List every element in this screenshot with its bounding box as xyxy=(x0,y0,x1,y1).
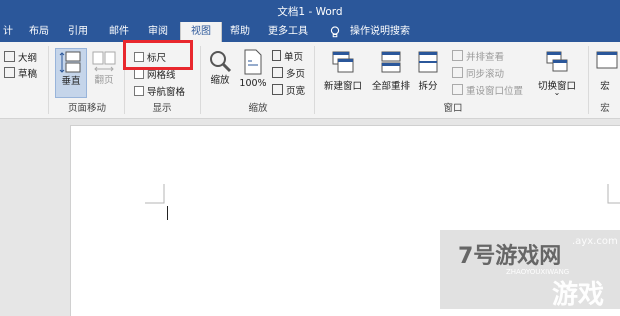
watermark-site: .ayx.com xyxy=(572,236,618,247)
tab-layout[interactable]: 布局 xyxy=(24,22,54,42)
vertical-pages-icon xyxy=(59,51,81,73)
split-icon xyxy=(418,51,438,73)
switch-window-icon xyxy=(546,51,568,72)
tab-more-tools[interactable]: 更多工具 xyxy=(263,22,313,42)
tab-design-partial[interactable]: 计 xyxy=(0,22,16,42)
reset-window-position-button[interactable]: 重设窗口位置 xyxy=(452,83,523,97)
side-by-side-icon xyxy=(452,50,463,61)
page-width-button[interactable]: 页宽 xyxy=(272,83,305,97)
watermark: 7号游戏网 .ayx.com ZHAOYOUXIWANG 游戏 xyxy=(440,230,620,310)
gridlines-label: 网格线 xyxy=(147,70,176,81)
draft-label: 草稿 xyxy=(18,69,38,80)
tab-mailings[interactable]: 邮件 xyxy=(104,22,134,42)
outline-label: 大纲 xyxy=(18,53,38,64)
watermark-logo: 7号游戏网 xyxy=(458,244,562,269)
tab-references[interactable]: 引用 xyxy=(63,22,93,42)
window-group-label: 窗口 xyxy=(443,103,463,114)
show-group-label: 显示 xyxy=(152,103,172,114)
margin-crop-mark-left xyxy=(145,184,165,204)
vertical-button[interactable]: 垂直 xyxy=(55,48,87,98)
view-side-by-side-button[interactable]: 并排查看 xyxy=(452,49,504,63)
switch-window-button[interactable]: 切换窗口 ⌄ xyxy=(532,48,582,97)
draft-icon xyxy=(4,67,15,78)
side-to-side-icon xyxy=(92,51,116,72)
page-width-label: 页宽 xyxy=(286,86,306,97)
vertical-label: 垂直 xyxy=(61,76,81,87)
nav-pane-label: 导航窗格 xyxy=(147,87,186,98)
one-page-icon xyxy=(272,50,281,61)
tab-view[interactable]: 视图 xyxy=(180,22,222,42)
flip-button[interactable]: 翻页 xyxy=(89,48,119,96)
multiple-pages-button[interactable]: 多页 xyxy=(272,66,305,80)
zoom-group-label: 缩放 xyxy=(248,103,268,114)
page-width-icon xyxy=(272,84,283,95)
side-by-side-label: 并排查看 xyxy=(466,52,505,63)
nav-pane-checkbox[interactable]: 导航窗格 xyxy=(134,84,185,98)
sync-scroll-icon xyxy=(452,67,463,78)
gridlines-checkbox-box[interactable] xyxy=(134,69,144,79)
title-bar: 文档1 - Word xyxy=(0,0,620,22)
split-button[interactable]: 拆分 xyxy=(414,48,442,96)
separator xyxy=(588,46,589,114)
multiple-pages-label: 多页 xyxy=(286,69,306,80)
outline-view-button[interactable]: 大纲 xyxy=(4,50,37,64)
page-100-icon xyxy=(244,49,262,75)
macros-button[interactable]: 宏 xyxy=(593,48,620,96)
one-page-button[interactable]: 单页 xyxy=(272,49,303,63)
ribbon-tabs: 计 布局 引用 邮件 审阅 视图 帮助 更多工具 操作说明搜索 xyxy=(0,22,620,42)
window-title: 文档1 - Word xyxy=(277,6,343,18)
new-window-label: 新建窗口 xyxy=(323,81,362,92)
flip-label: 翻页 xyxy=(94,75,114,86)
chevron-down-icon: ⌄ xyxy=(553,88,561,97)
new-window-icon xyxy=(332,51,354,73)
split-label: 拆分 xyxy=(418,81,438,92)
macros-group-label: 宏 xyxy=(600,103,610,114)
arrange-all-icon xyxy=(381,51,401,73)
reset-position-icon xyxy=(452,84,463,95)
separator xyxy=(200,46,201,114)
reset-position-label: 重设窗口位置 xyxy=(466,86,524,97)
nav-pane-checkbox-box[interactable] xyxy=(134,86,144,96)
ruler-highlight-box xyxy=(123,40,193,70)
text-cursor xyxy=(167,206,168,220)
arrange-all-label: 全部重排 xyxy=(371,81,410,92)
new-window-button[interactable]: 新建窗口 xyxy=(320,48,366,96)
separator xyxy=(48,46,49,114)
draft-view-button[interactable]: 草稿 xyxy=(4,66,37,80)
zoom-label: 缩放 xyxy=(210,75,230,86)
zoom-100-button[interactable]: 100% xyxy=(238,48,268,96)
tell-me-search[interactable]: 操作说明搜索 xyxy=(345,22,415,42)
one-page-label: 单页 xyxy=(284,52,304,63)
multiple-pages-icon xyxy=(272,67,283,78)
magnifier-icon xyxy=(210,51,232,73)
separator xyxy=(314,46,315,114)
page-movement-group-label: 页面移动 xyxy=(67,103,106,114)
macros-icon xyxy=(596,51,618,69)
margin-crop-mark-right xyxy=(607,184,620,204)
sync-scroll-label: 同步滚动 xyxy=(466,69,505,80)
tab-help[interactable]: 帮助 xyxy=(225,22,255,42)
tab-review[interactable]: 审阅 xyxy=(143,22,173,42)
outline-icon xyxy=(4,51,15,62)
lightbulb-icon[interactable] xyxy=(328,22,342,42)
sync-scroll-button[interactable]: 同步滚动 xyxy=(452,66,504,80)
ribbon: 大纲 草稿 垂直 翻页 页面移动 标尺 网格线 导航窗格 显示 缩放 100% … xyxy=(0,42,620,119)
zoom-100-label: 100% xyxy=(239,78,267,89)
zoom-button[interactable]: 缩放 xyxy=(206,48,234,96)
watermark-text-cn: 游戏 xyxy=(552,280,605,310)
macros-label: 宏 xyxy=(600,81,610,92)
arrange-all-button[interactable]: 全部重排 xyxy=(368,48,414,96)
